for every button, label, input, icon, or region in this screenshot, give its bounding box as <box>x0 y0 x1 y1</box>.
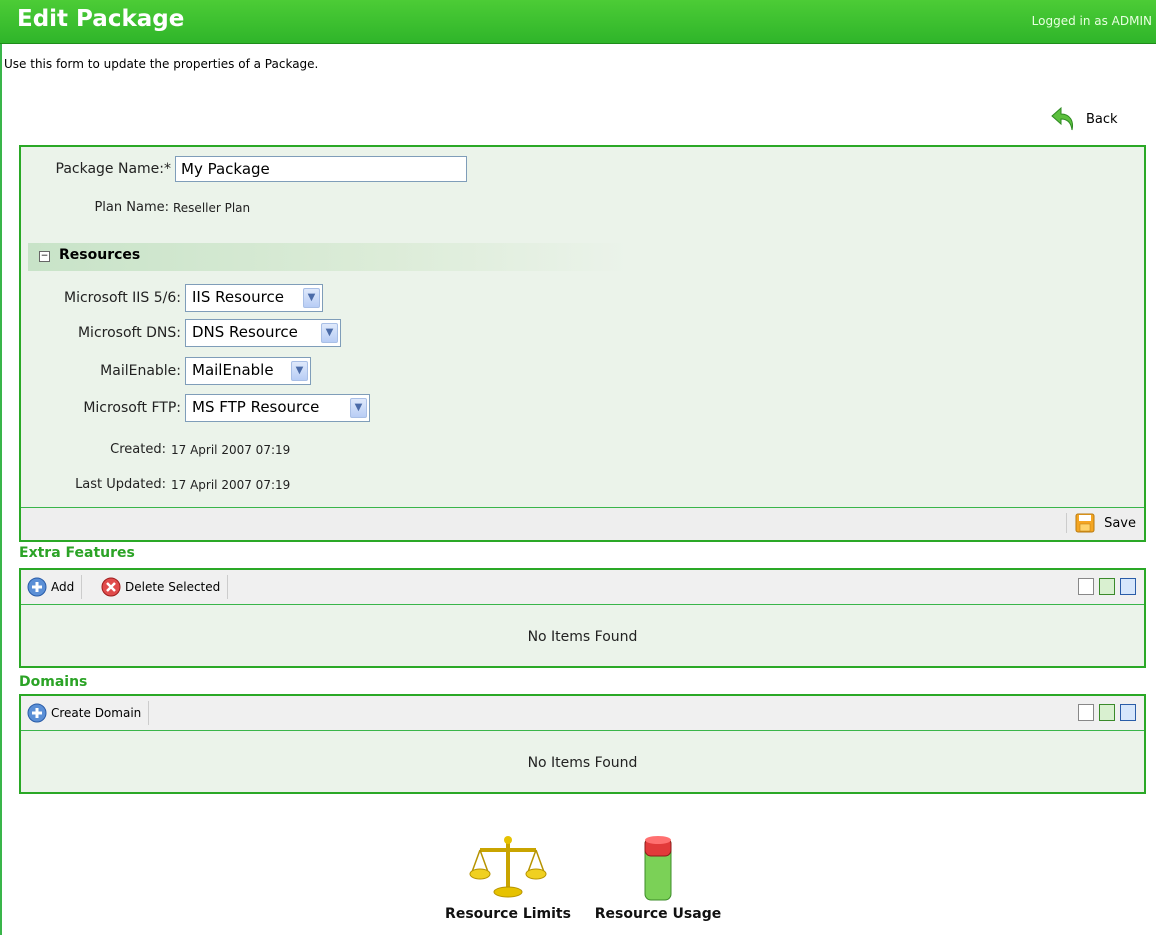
domains-grid: Create Domain No Items Found <box>19 694 1146 794</box>
package-form-panel: Package Name:* Plan Name: Reseller Plan … <box>19 145 1146 542</box>
form-footer: Save <box>21 507 1144 540</box>
chevron-down-icon[interactable]: ▼ <box>350 398 367 418</box>
database-gauge-icon <box>644 836 672 901</box>
last-updated-value: 17 April 2007 07:19 <box>171 478 291 492</box>
login-status: Logged in as ADMIN <box>1031 14 1152 28</box>
extra-features-grid: Add Delete Selected No Items Found <box>19 568 1146 668</box>
export-excel-icon[interactable] <box>1099 578 1115 595</box>
back-arrow-icon <box>1051 106 1073 131</box>
export-excel-icon[interactable] <box>1099 704 1115 721</box>
created-label: Created: <box>110 442 166 457</box>
create-domain-button[interactable]: Create Domain <box>27 701 150 725</box>
save-button[interactable]: Save <box>1066 513 1136 533</box>
resources-title: Resources <box>59 247 141 263</box>
resource-label-ftp: Microsoft FTP: <box>83 400 181 416</box>
resource-select-dns-value: DNS Resource <box>192 323 298 341</box>
domains-toolbar: Create Domain <box>21 696 1144 731</box>
domains-title: Domains <box>19 674 88 690</box>
export-xml-icon[interactable] <box>1120 704 1136 721</box>
package-name-input[interactable] <box>175 156 467 182</box>
chevron-down-icon[interactable]: ▼ <box>291 361 308 381</box>
chevron-down-icon[interactable]: ▼ <box>321 323 338 343</box>
resource-select-iis[interactable]: IIS Resource ▼ <box>185 284 323 312</box>
resource-usage-link[interactable]: Resource Usage <box>588 832 728 922</box>
add-icon <box>27 577 47 597</box>
extra-features-title: Extra Features <box>19 545 135 561</box>
extra-features-toolbar: Add Delete Selected <box>21 570 1144 605</box>
resource-select-mailenable[interactable]: MailEnable ▼ <box>185 357 311 385</box>
resource-label-mailenable: MailEnable: <box>100 363 181 379</box>
delete-selected-label: Delete Selected <box>125 580 221 594</box>
resource-select-mailenable-value: MailEnable <box>192 361 274 379</box>
resource-select-dns[interactable]: DNS Resource ▼ <box>185 319 341 347</box>
domains-empty-text: No Items Found <box>527 755 638 771</box>
resource-limits-label: Resource Limits <box>445 906 571 922</box>
save-icon <box>1075 513 1095 533</box>
export-text-icon[interactable] <box>1078 704 1094 721</box>
page-title: Edit Package <box>17 6 185 32</box>
resource-select-ftp-value: MS FTP Resource <box>192 398 320 416</box>
export-text-icon[interactable] <box>1078 578 1094 595</box>
plan-name-label: Plan Name: <box>94 200 169 215</box>
export-xml-icon[interactable] <box>1120 578 1136 595</box>
page-header: Edit Package Logged in as ADMIN <box>0 0 1156 44</box>
package-name-label: Package Name:* <box>55 161 172 177</box>
resources-section-header[interactable]: − Resources <box>28 243 628 271</box>
chevron-down-icon[interactable]: ▼ <box>303 288 320 308</box>
delete-icon <box>101 577 121 597</box>
plan-name-value: Reseller Plan <box>173 201 251 215</box>
back-label: Back <box>1086 111 1118 127</box>
resource-usage-label: Resource Usage <box>594 906 722 922</box>
add-icon <box>27 703 47 723</box>
collapse-icon[interactable]: − <box>39 251 50 262</box>
resource-select-ftp[interactable]: MS FTP Resource ▼ <box>185 394 370 422</box>
resource-limits-link[interactable]: Resource Limits <box>438 832 578 922</box>
created-value: 17 April 2007 07:19 <box>171 443 291 457</box>
create-domain-label: Create Domain <box>51 706 142 720</box>
back-button[interactable]: Back <box>1050 106 1118 132</box>
resource-label-iis: Microsoft IIS 5/6: <box>63 290 181 306</box>
extra-features-empty-text: No Items Found <box>527 629 638 645</box>
scales-icon <box>469 836 547 898</box>
delete-selected-button[interactable]: Delete Selected <box>101 575 229 599</box>
page-description: Use this form to update the properties o… <box>4 57 319 71</box>
add-label: Add <box>51 580 75 594</box>
last-updated-label: Last Updated: <box>75 477 166 492</box>
resource-select-iis-value: IIS Resource <box>192 288 284 306</box>
resource-label-dns: Microsoft DNS: <box>77 325 181 341</box>
add-button[interactable]: Add <box>27 575 83 599</box>
save-label: Save <box>1104 515 1136 531</box>
